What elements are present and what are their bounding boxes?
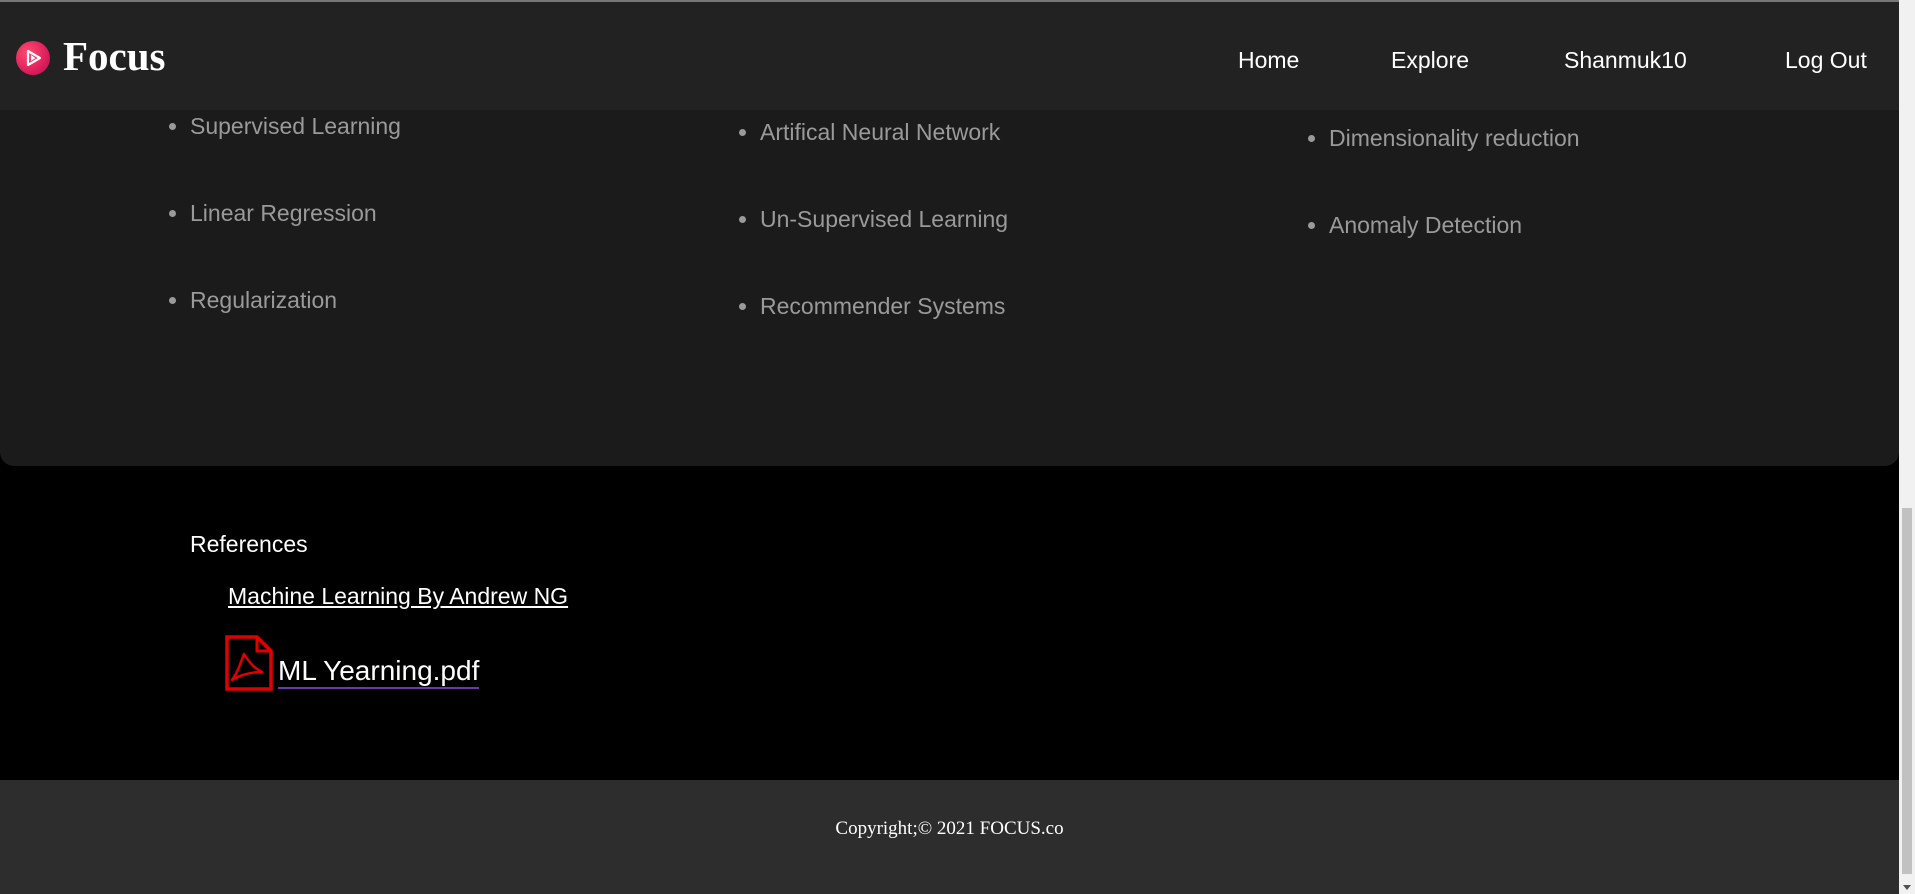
topic-item: Dimensionality reduction [1308, 125, 1580, 151]
topic-item: Artifical Neural Network [738, 119, 1001, 145]
nav-home-link[interactable]: Home [1238, 46, 1299, 74]
pdf-file-name[interactable]: ML Yearning.pdf [278, 655, 480, 689]
copyright-text: Copyright;© 2021 FOCUS.co [835, 818, 1064, 839]
pdf-file-icon [225, 635, 273, 691]
vertical-scrollbar[interactable] [1899, 0, 1915, 894]
topics-card: Supervised Learning Linear Regression Re… [0, 110, 1899, 466]
topic-item: Un-Supervised Learning [738, 206, 1009, 232]
topic-item: Recommender Systems [738, 293, 1006, 319]
reference-link[interactable]: Machine Learning By Andrew NG [228, 582, 568, 610]
nav-logout-link[interactable]: Log Out [1785, 46, 1867, 74]
topic-item: Anomaly Detection [1307, 212, 1523, 238]
nav-explore-link[interactable]: Explore [1391, 46, 1469, 74]
topic-item: Linear Regression [169, 200, 377, 226]
scrollbar-thumb[interactable] [1902, 508, 1912, 874]
references-heading: References [190, 531, 308, 557]
brand-logo-text[interactable]: Focus [63, 34, 166, 78]
play-circle-icon[interactable] [16, 41, 50, 75]
pdf-download-link[interactable]: ML Yearning.pdf [224, 634, 524, 692]
topic-item: Supervised Learning [169, 113, 401, 139]
footer: Copyright;© 2021 FOCUS.co [0, 780, 1899, 894]
navbar: Focus Home Explore Shanmuk10 Log Out [0, 2, 1899, 110]
nav-profile-link[interactable]: Shanmuk10 [1564, 46, 1687, 74]
topic-item: Regularization [168, 287, 338, 313]
scroll-down-arrow-icon[interactable] [1903, 885, 1911, 890]
